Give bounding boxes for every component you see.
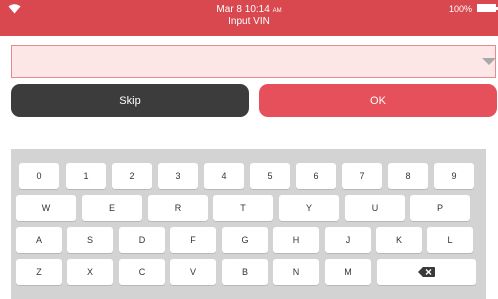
key-l[interactable]: L <box>427 227 473 253</box>
battery-level: 100% <box>448 4 472 14</box>
key-4[interactable]: 4 <box>204 163 244 189</box>
key-c[interactable]: C <box>119 259 165 285</box>
key-f[interactable]: F <box>170 227 216 253</box>
key-6[interactable]: 6 <box>296 163 336 189</box>
key-r[interactable]: R <box>148 195 208 221</box>
skip-button[interactable]: Skip <box>11 84 249 117</box>
key-j[interactable]: J <box>325 227 371 253</box>
key-t[interactable]: T <box>213 195 273 221</box>
key-2[interactable]: 2 <box>112 163 152 189</box>
key-k[interactable]: K <box>376 227 422 253</box>
key-8[interactable]: 8 <box>388 163 428 189</box>
title-bar: Mar 8 10:14 AM Input VIN 100% <box>0 0 498 36</box>
vin-input[interactable] <box>11 45 496 78</box>
key-v[interactable]: V <box>170 259 216 285</box>
key-a[interactable]: A <box>16 227 62 253</box>
key-9[interactable]: 9 <box>434 163 474 189</box>
key-1[interactable]: 1 <box>66 163 106 189</box>
key-n[interactable]: N <box>273 259 319 285</box>
key-e[interactable]: E <box>82 195 142 221</box>
battery-icon <box>477 4 498 12</box>
page-title: Input VIN <box>228 16 270 27</box>
key-u[interactable]: U <box>345 195 405 221</box>
status-ampm: AM <box>272 8 282 14</box>
key-y[interactable]: Y <box>279 195 339 221</box>
key-w[interactable]: W <box>16 195 76 221</box>
key-b[interactable]: B <box>222 259 268 285</box>
key-x[interactable]: X <box>67 259 113 285</box>
key-s[interactable]: S <box>67 227 113 253</box>
key-p[interactable]: P <box>410 195 470 221</box>
ok-button[interactable]: OK <box>259 84 497 117</box>
backspace-icon <box>418 267 435 277</box>
key-m[interactable]: M <box>325 259 371 285</box>
key-5[interactable]: 5 <box>250 163 290 189</box>
backspace-key[interactable] <box>377 259 476 285</box>
status-date-time: Mar 8 10:14 <box>216 4 270 15</box>
key-z[interactable]: Z <box>16 259 62 285</box>
key-0[interactable]: 0 <box>19 163 59 189</box>
chevron-down-icon[interactable] <box>482 58 496 65</box>
key-d[interactable]: D <box>119 227 165 253</box>
key-g[interactable]: G <box>222 227 268 253</box>
key-7[interactable]: 7 <box>342 163 382 189</box>
key-3[interactable]: 3 <box>158 163 198 189</box>
key-h[interactable]: H <box>273 227 319 253</box>
on-screen-keyboard: 0123456789 WERTYUP ASDFGHJKL ZXCVBNM <box>11 149 486 299</box>
